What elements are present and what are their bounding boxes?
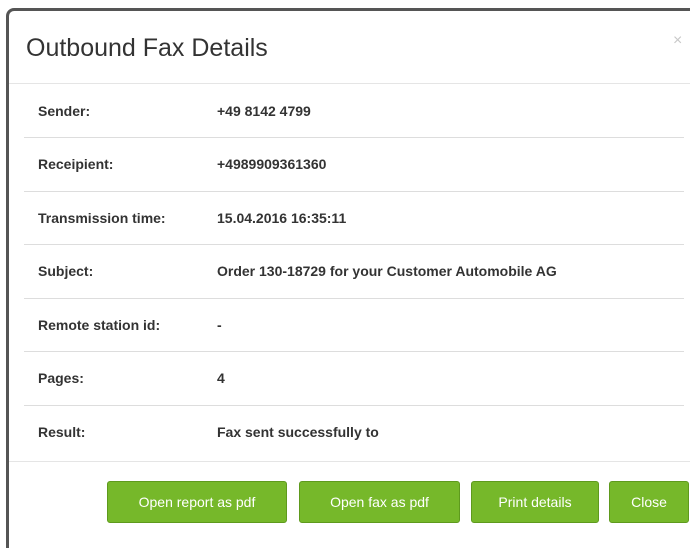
details-table: Sender: +49 8142 4799 Receipient: +49899… — [24, 84, 684, 459]
table-row: Receipient: +4989909361360 — [24, 137, 684, 191]
subject-value: Order 130-18729 for your Customer Automo… — [203, 244, 684, 298]
dialog-title: Outbound Fax Details — [26, 34, 268, 62]
transmission-time-label: Transmission time: — [24, 190, 203, 245]
table-row: Sender: +49 8142 4799 — [24, 84, 684, 138]
sender-value: +49 8142 4799 — [217, 102, 311, 119]
remote-station-id-value: - — [203, 297, 684, 352]
close-button[interactable]: Close — [609, 481, 689, 523]
table-row: Remote station id: - — [24, 297, 684, 352]
table-row: Pages: 4 — [24, 351, 684, 405]
sender-label: Sender: — [38, 102, 91, 119]
fax-details-dialog: Outbound Fax Details × Sender: +49 8142 … — [6, 8, 690, 548]
table-row: Subject: Order 130-18729 for your Custom… — [24, 244, 684, 298]
open-report-pdf-button[interactable]: Open report as pdf — [107, 481, 287, 523]
dialog-header: Outbound Fax Details × — [9, 11, 690, 84]
print-details-button[interactable]: Print details — [471, 481, 599, 523]
open-fax-pdf-button[interactable]: Open fax as pdf — [299, 481, 460, 523]
pages-value: 4 — [203, 351, 684, 405]
recipient-label: Receipient: — [24, 137, 203, 191]
result-label: Result: — [24, 404, 203, 459]
pages-label: Pages: — [24, 351, 203, 405]
transmission-time-value: 15.04.2016 16:35:11 — [203, 190, 684, 245]
table-row: Transmission time: 15.04.2016 16:35:11 — [24, 190, 684, 245]
footer-divider — [9, 461, 690, 462]
recipient-value: +4989909361360 — [203, 137, 684, 191]
table-row: Result: Fax sent successfully to — [24, 404, 684, 459]
subject-label: Subject: — [24, 244, 203, 298]
close-icon[interactable]: × — [673, 33, 682, 49]
remote-station-id-label: Remote station id: — [24, 297, 203, 352]
result-value: Fax sent successfully to — [203, 404, 684, 459]
